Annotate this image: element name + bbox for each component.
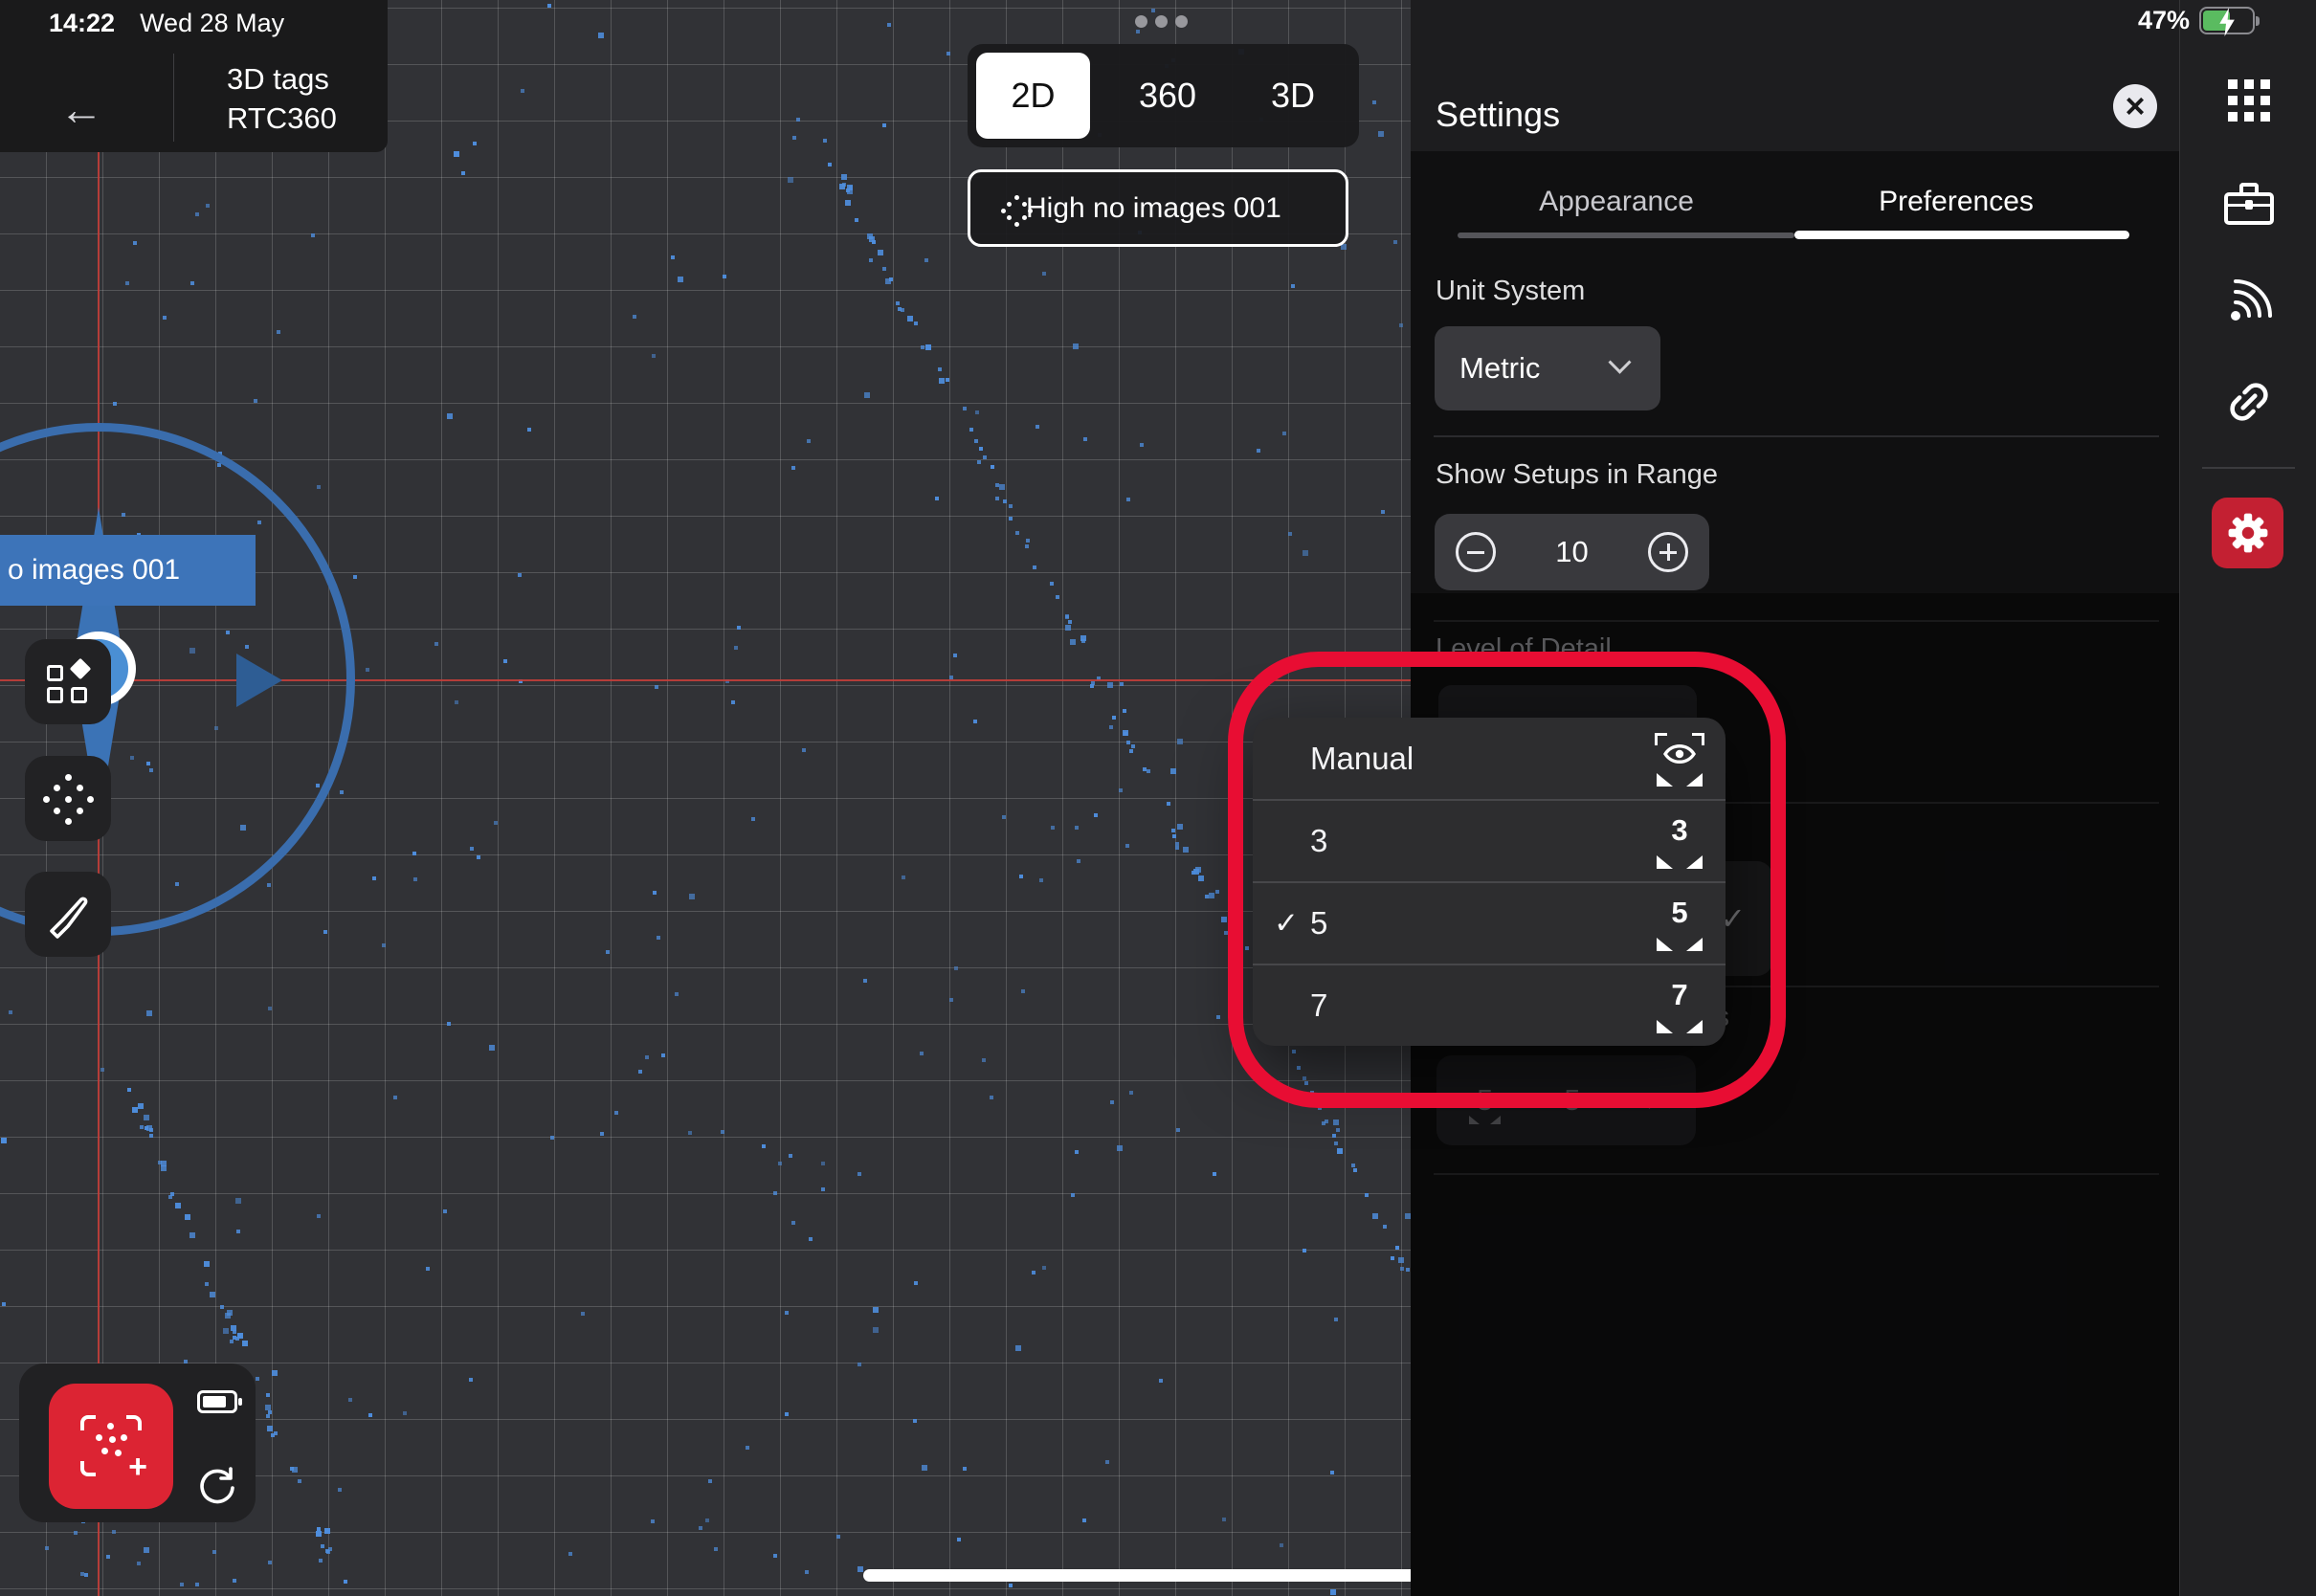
- grid-icon: [2228, 79, 2270, 122]
- new-scan-button[interactable]: +: [49, 1384, 173, 1509]
- lod-3-icon: 3: [1653, 813, 1706, 869]
- sidebar-item-live-share[interactable]: [2180, 264, 2316, 341]
- header-divider: [173, 54, 174, 142]
- live-share-icon: [2223, 277, 2275, 328]
- lod-7-icon: 7: [1653, 978, 1706, 1033]
- tab-underline-inactive: [1458, 233, 1794, 238]
- setups-range-value: 10: [1555, 535, 1588, 569]
- menu-item-5[interactable]: ✓ 5 5: [1253, 882, 1726, 964]
- status-date: Wed 28 May: [140, 9, 284, 37]
- back-button[interactable]: ←: [53, 84, 110, 138]
- lod-5-icon: 5: [1653, 896, 1706, 951]
- settings-title: Settings: [1436, 95, 1560, 135]
- status-time-date: 14:22 Wed 28 May: [49, 9, 284, 38]
- setup-tag-label[interactable]: o images 001: [0, 535, 256, 606]
- drag-handle-dots[interactable]: [1135, 15, 1188, 28]
- tab-preferences[interactable]: Preferences: [1822, 177, 2090, 227]
- eye-frame-icon: [1653, 731, 1706, 787]
- home-indicator[interactable]: [863, 1569, 1453, 1582]
- setups-range-stepper: 10: [1435, 514, 1709, 590]
- sidebar-divider: [2202, 467, 2295, 469]
- active-setup-button[interactable]: High no images 001: [968, 169, 1348, 247]
- tags-tool-button[interactable]: [25, 639, 111, 724]
- menu-item-manual[interactable]: Manual: [1253, 718, 1726, 800]
- chevron-down-icon: [1608, 351, 1631, 374]
- unit-system-value: Metric: [1459, 351, 1540, 386]
- point-cloud-icon: [43, 774, 93, 824]
- project-title-line2: RTC360: [227, 99, 337, 138]
- sidebar-item-settings[interactable]: [2212, 498, 2283, 568]
- tags-icon: [45, 659, 91, 705]
- nav-header: 14:22 Wed 28 May ← 3D tags RTC360: [0, 0, 388, 152]
- active-setup-label: High no images 001: [1026, 192, 1281, 225]
- tab-360[interactable]: 360: [1100, 44, 1236, 147]
- check-icon: ✓: [1274, 906, 1299, 941]
- link-icon: [2222, 375, 2276, 429]
- plus-glyph: +: [128, 1449, 147, 1486]
- battery-icon: [2199, 7, 2255, 34]
- sidebar-item-grid[interactable]: [2180, 62, 2316, 139]
- level-of-detail-menu: Manual 3 3 ✓ 5 5: [1253, 718, 1726, 1046]
- sync-icon[interactable]: [195, 1463, 239, 1507]
- tab-underline-active: [1794, 231, 2129, 239]
- menu-item-7[interactable]: 7 7: [1253, 964, 1726, 1047]
- gear-icon: [2225, 510, 2271, 556]
- right-sidebar: [2179, 0, 2316, 1596]
- menu-item-3[interactable]: 3 3: [1253, 800, 1726, 882]
- section-divider: [1434, 435, 2159, 437]
- tab-appearance[interactable]: Appearance: [1482, 177, 1750, 227]
- plus-button[interactable]: [1648, 532, 1688, 572]
- status-battery: 47%: [2138, 6, 2255, 35]
- minus-button[interactable]: [1456, 532, 1496, 572]
- sidebar-item-toolbox[interactable]: [2180, 166, 2316, 242]
- close-settings-button[interactable]: ×: [2113, 84, 2157, 128]
- view-mode-switcher: 2D 360 3D: [968, 44, 1359, 147]
- scanner-battery-icon: [197, 1390, 237, 1413]
- scalpel-icon: [43, 890, 93, 940]
- measure-tool-button[interactable]: [25, 872, 111, 957]
- setups-in-range-label: Show Setups in Range: [1436, 459, 1718, 491]
- eye-icon: [1663, 742, 1696, 766]
- unit-system-label: Unit System: [1436, 276, 1585, 307]
- unit-system-select[interactable]: Metric: [1435, 326, 1660, 410]
- point-cloud-tool-button[interactable]: [25, 756, 111, 841]
- sidebar-item-link[interactable]: [2180, 364, 2316, 440]
- project-title-line1: 3D tags: [227, 59, 337, 99]
- tab-3d[interactable]: 3D: [1236, 44, 1350, 147]
- play-direction-icon: [236, 654, 282, 707]
- app-screen: o images 001: [0, 0, 2316, 1596]
- new-scan-icon: +: [80, 1415, 142, 1476]
- toolbox-icon: [2224, 183, 2274, 225]
- point-cloud-icon: [1001, 195, 1034, 228]
- scan-control-cluster: +: [19, 1363, 256, 1522]
- project-title: 3D tags RTC360: [227, 59, 337, 138]
- battery-percent: 47%: [2138, 6, 2190, 35]
- tab-2d[interactable]: 2D: [976, 44, 1090, 147]
- status-time: 14:22: [49, 9, 115, 37]
